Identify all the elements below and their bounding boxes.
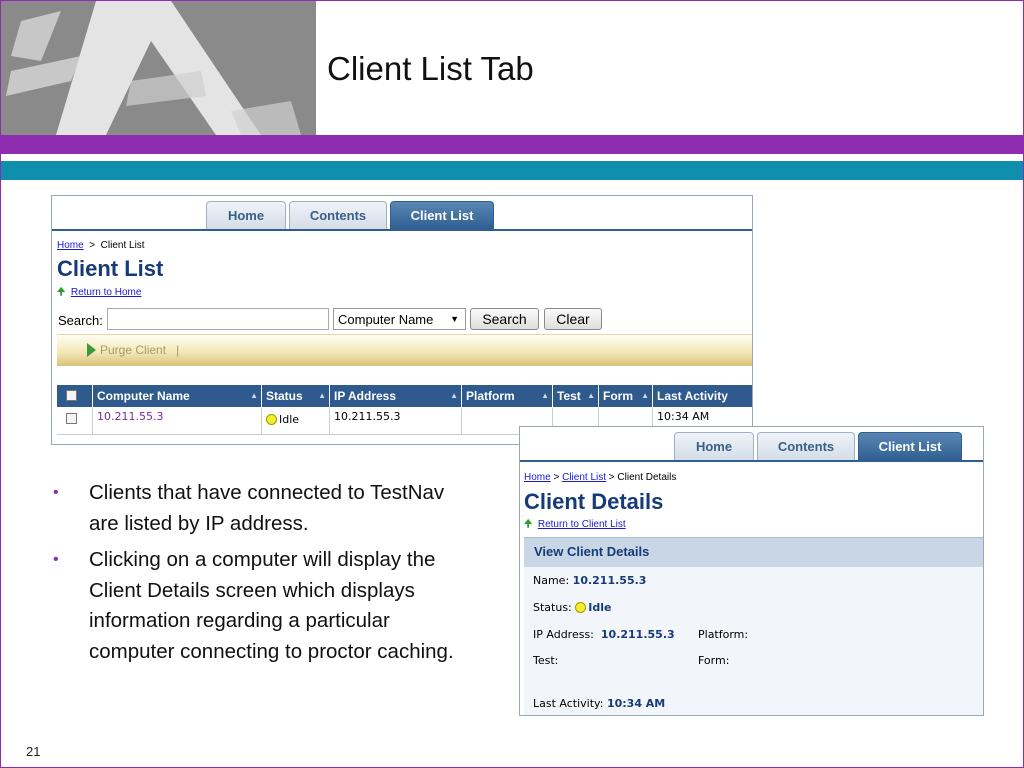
bullet-marker: • [53, 484, 59, 501]
sort-icon: ▲ [587, 391, 595, 400]
tab-underline [52, 229, 752, 231]
sort-icon: ▲ [641, 391, 649, 400]
cell-computer-name[interactable]: 10.211.55.3 [93, 408, 262, 434]
cell-status: Idle [262, 408, 330, 434]
sort-icon: ▲ [450, 391, 458, 400]
status-field: Status: Idle [533, 601, 612, 614]
purge-client-label: Purge Client [100, 343, 167, 357]
panel-title: View Client Details [524, 537, 983, 567]
breadcrumb-current: Client List [100, 240, 145, 251]
breadcrumb-separator: > [608, 472, 615, 483]
return-row: 🠉 Return to Client List [524, 517, 626, 534]
tab-contents[interactable]: Contents [289, 201, 387, 229]
sort-icon: ▲ [250, 391, 258, 400]
up-arrow-icon: 🠉 [524, 519, 533, 530]
last-activity-value: 10:34 AM [606, 697, 666, 710]
col-status[interactable]: Status ▲ [262, 385, 330, 407]
client-list-screenshot: Home Contents Client List Home > Client … [51, 195, 753, 445]
breadcrumb: Home > Client List > Client Details [524, 472, 676, 483]
col-last-activity[interactable]: Last Activity [653, 385, 752, 407]
test-field: Test: [533, 654, 559, 667]
breadcrumb-current: Client Details [617, 472, 677, 483]
row-checkbox-cell [57, 408, 93, 434]
purge-client-button[interactable]: Purge Client | [100, 343, 179, 357]
ip-address-value: 10.211.55.3 [600, 628, 675, 641]
col-test[interactable]: Test ▲ [553, 385, 599, 407]
tab-home[interactable]: Home [674, 432, 754, 460]
search-field-select[interactable]: Computer Name ▼ [333, 308, 466, 330]
breadcrumb-separator: > [89, 240, 96, 251]
details-panel [524, 567, 983, 715]
page-heading: Client Details [524, 489, 664, 514]
bullet-item: • Clicking on a computer will display th… [53, 545, 473, 667]
tab-underline [520, 460, 983, 462]
breadcrumb-separator: > [553, 472, 560, 483]
clear-button[interactable]: Clear [544, 308, 602, 330]
return-row: 🠉 Return to Home [57, 285, 141, 302]
breadcrumb-home-link[interactable]: Home [57, 240, 84, 251]
return-to-home-link[interactable]: Return to Home [71, 287, 142, 298]
cell-ip-address: 10.211.55.3 [330, 408, 462, 434]
toolbar: Purge Client | [57, 334, 752, 366]
search-input[interactable] [107, 308, 329, 330]
ip-address-field: IP Address: 10.211.55.3 [533, 628, 675, 641]
col-computer-name[interactable]: Computer Name ▲ [93, 385, 262, 407]
tab-client-list[interactable]: Client List [858, 432, 962, 460]
breadcrumb-client-list-link[interactable]: Client List [562, 472, 606, 483]
tab-contents[interactable]: Contents [757, 432, 855, 460]
header-band-purple [1, 135, 1023, 154]
col-ip-address[interactable]: IP Address ▲ [330, 385, 462, 407]
toolbar-separator: | [176, 343, 180, 357]
header-band-white [1, 154, 1023, 161]
logo-graphic [1, 1, 316, 135]
col-form[interactable]: Form ▲ [599, 385, 653, 407]
slide-number: 21 [26, 744, 41, 759]
bullet-item: • Clients that have connected to TestNav… [53, 478, 473, 539]
search-field-select-value: Computer Name [338, 312, 434, 327]
page-heading: Client List [57, 256, 164, 281]
last-activity-field: Last Activity: 10:34 AM [533, 697, 666, 710]
chevron-down-icon: ▼ [450, 314, 459, 324]
sort-icon: ▲ [318, 391, 326, 400]
search-label: Search: [58, 313, 103, 328]
col-platform[interactable]: Platform ▲ [462, 385, 553, 407]
bullet-marker: • [53, 551, 59, 568]
select-all-checkbox[interactable] [66, 390, 77, 401]
name-field: Name: 10.211.55.3 [533, 574, 647, 587]
breadcrumb: Home > Client List [57, 240, 145, 251]
up-arrow-icon: 🠉 [57, 287, 66, 298]
name-value: 10.211.55.3 [572, 574, 647, 587]
status-value: Idle [588, 601, 612, 614]
header-band-teal [1, 161, 1023, 180]
client-details-screenshot: Home Contents Client List Home > Client … [519, 426, 984, 716]
play-icon [87, 343, 96, 357]
logo-a-icon [1, 1, 316, 135]
form-field: Form: [698, 654, 730, 667]
bullet-list: • Clients that have connected to TestNav… [53, 478, 473, 673]
table-header: Computer Name ▲ Status ▲ IP Address ▲ Platf… [57, 385, 752, 407]
slide-title: Client List Tab [327, 50, 534, 87]
idle-status-icon [266, 414, 277, 425]
row-checkbox[interactable] [66, 413, 77, 424]
header-checkbox-cell [57, 385, 93, 407]
idle-status-icon [575, 602, 587, 613]
tab-home[interactable]: Home [206, 201, 286, 229]
sort-icon: ▲ [541, 391, 549, 400]
tab-client-list[interactable]: Client List [390, 201, 494, 229]
search-button[interactable]: Search [470, 308, 539, 330]
platform-field: Platform: [698, 628, 749, 641]
return-to-client-list-link[interactable]: Return to Client List [538, 519, 626, 530]
breadcrumb-home-link[interactable]: Home [524, 472, 551, 483]
